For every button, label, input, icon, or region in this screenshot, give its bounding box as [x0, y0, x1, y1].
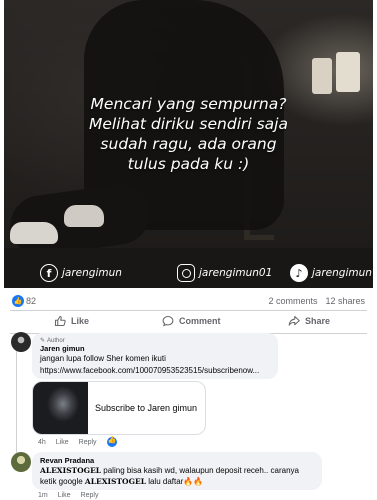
comment-text-part: lalu daftar🔥🔥 [145, 477, 204, 486]
like-reaction-icon[interactable]: 👍 [12, 295, 24, 307]
comment-icon [162, 315, 174, 327]
comment-time[interactable]: 1m [38, 492, 48, 499]
comment-like-button[interactable]: Like [56, 439, 69, 446]
social-handles: f jarengimun jarengimun01 ♪ jarengimun [4, 264, 373, 284]
photo-shoe [10, 222, 58, 244]
link-preview-thumbnail [33, 382, 88, 434]
comment-reply-button[interactable]: Reply [79, 439, 97, 446]
post-stats: 👍 82 2 comments 12 shares [0, 293, 377, 311]
tiktok-icon: ♪ [290, 264, 308, 282]
link-preview-title: Subscribe to Jaren gimun [95, 403, 198, 413]
comment-like-button[interactable]: Like [58, 492, 71, 499]
comment-thread-line [16, 343, 17, 453]
pen-icon: ✎ [40, 338, 46, 344]
like-button[interactable]: Like [54, 315, 89, 327]
photo-cup [336, 52, 360, 92]
comment-time[interactable]: 4h [38, 439, 46, 446]
bold-text: ALEXISTOGEL [40, 466, 102, 475]
comment-count[interactable]: 2 comments [268, 296, 317, 306]
instagram-icon [177, 264, 195, 282]
author-tag-label: Author [47, 337, 65, 344]
share-button[interactable]: Share [288, 315, 330, 327]
reaction-count[interactable]: 82 [26, 296, 36, 306]
avatar[interactable] [11, 452, 31, 472]
bold-text: ALEXISTOGEL [84, 477, 146, 486]
author-badge: ✎ Author [40, 337, 270, 345]
like-reaction-icon[interactable] [106, 436, 117, 447]
commenter-name[interactable]: Revan Pradana [40, 456, 314, 465]
instagram-handle-text: jarengimun01 [199, 267, 273, 279]
facebook-icon: f [40, 264, 58, 282]
post-image[interactable]: Mencari yang sempurna? Melihat diriku se… [4, 0, 373, 288]
commenter-name[interactable]: Jaren gimun [40, 344, 270, 353]
facebook-handle: f jarengimun [40, 264, 122, 282]
comment-meta: 4h Like Reply [38, 436, 117, 447]
caption-line: Mencari yang sempurna? [90, 95, 287, 113]
instagram-handle: jarengimun01 [177, 264, 272, 282]
caption-line: Melihat diriku sendiri saja [89, 115, 288, 133]
caption-line: sudah ragu, ada orang [100, 135, 277, 153]
facebook-handle-text: jarengimun [62, 267, 122, 279]
image-caption: Mencari yang sempurna? Melihat diriku se… [4, 94, 373, 174]
comment-bubble: ✎ Author Jaren gimun jangan lupa follow … [32, 333, 278, 379]
tiktok-handle-text: jarengimun [312, 267, 372, 279]
avatar[interactable] [11, 332, 31, 352]
photo-cup [312, 58, 332, 94]
share-label: Share [305, 316, 331, 326]
photo-shoe [64, 205, 104, 227]
share-count[interactable]: 12 shares [325, 296, 365, 306]
comment-label: Comment [179, 316, 221, 326]
post-action-bar: Like Comment Share [0, 311, 377, 333]
like-label: Like [71, 316, 90, 326]
comment-bubble: Revan Pradana ALEXISTOGEL paling bisa ka… [32, 452, 322, 490]
comment-link[interactable]: https://www.facebook.com/100070953523515… [40, 366, 270, 375]
share-icon [288, 315, 300, 326]
thumbs-up-icon [54, 315, 66, 327]
comment-reply-button[interactable]: Reply [81, 492, 99, 499]
comment-meta: 1m Like Reply [38, 492, 98, 499]
tiktok-handle: ♪ jarengimun [290, 264, 372, 282]
comment-text: ALEXISTOGEL paling bisa kasih wd, walaup… [40, 465, 314, 487]
link-preview-card[interactable]: Subscribe to Jaren gimun [32, 381, 206, 435]
caption-line: tulus pada ku :) [127, 155, 250, 173]
comment-button[interactable]: Comment [162, 315, 221, 327]
comment-text: jangan lupa follow Sher komen ikuti [40, 354, 166, 363]
